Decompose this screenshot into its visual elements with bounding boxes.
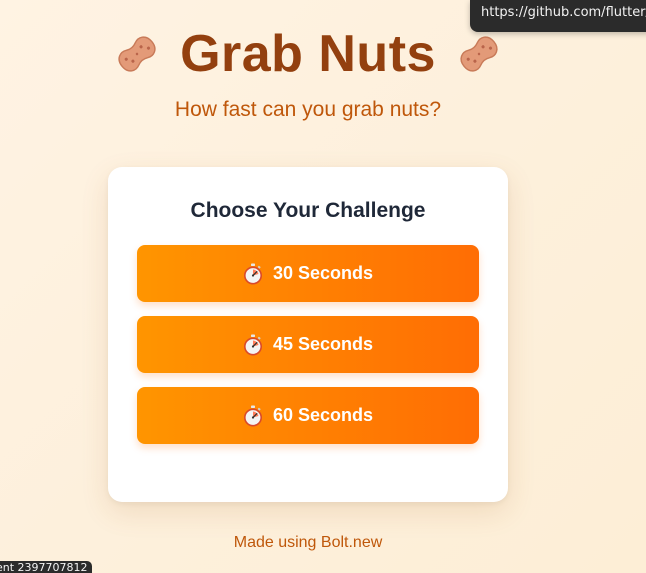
challenge-card: Choose Your Challenge 30 Seconds 45 Seco… <box>108 167 508 502</box>
challenge-heading: Choose Your Challenge <box>190 199 426 222</box>
challenge-45-seconds-button[interactable]: 45 Seconds <box>137 316 479 373</box>
stopwatch-icon <box>243 263 262 284</box>
challenge-button-label: 45 Seconds <box>272 334 374 354</box>
peanut-icon <box>460 36 498 72</box>
challenge-button-label: 60 Seconds <box>272 405 374 425</box>
status-bar: ent 2397707812 <box>0 561 92 573</box>
page-header: Grab Nuts <box>0 22 616 86</box>
challenge-button-label: 30 Seconds <box>272 263 374 283</box>
footer-credit: Made using Bolt.new <box>233 534 383 551</box>
stopwatch-icon <box>243 405 262 426</box>
challenge-30-seconds-button[interactable]: 30 Seconds <box>137 245 479 302</box>
challenge-60-seconds-button[interactable]: 60 Seconds <box>137 387 479 444</box>
stopwatch-icon <box>243 334 262 355</box>
peanut-icon <box>118 36 156 72</box>
page-subtitle: How fast can you grab nuts? <box>174 98 442 121</box>
page-title: Grab Nuts <box>180 25 436 83</box>
